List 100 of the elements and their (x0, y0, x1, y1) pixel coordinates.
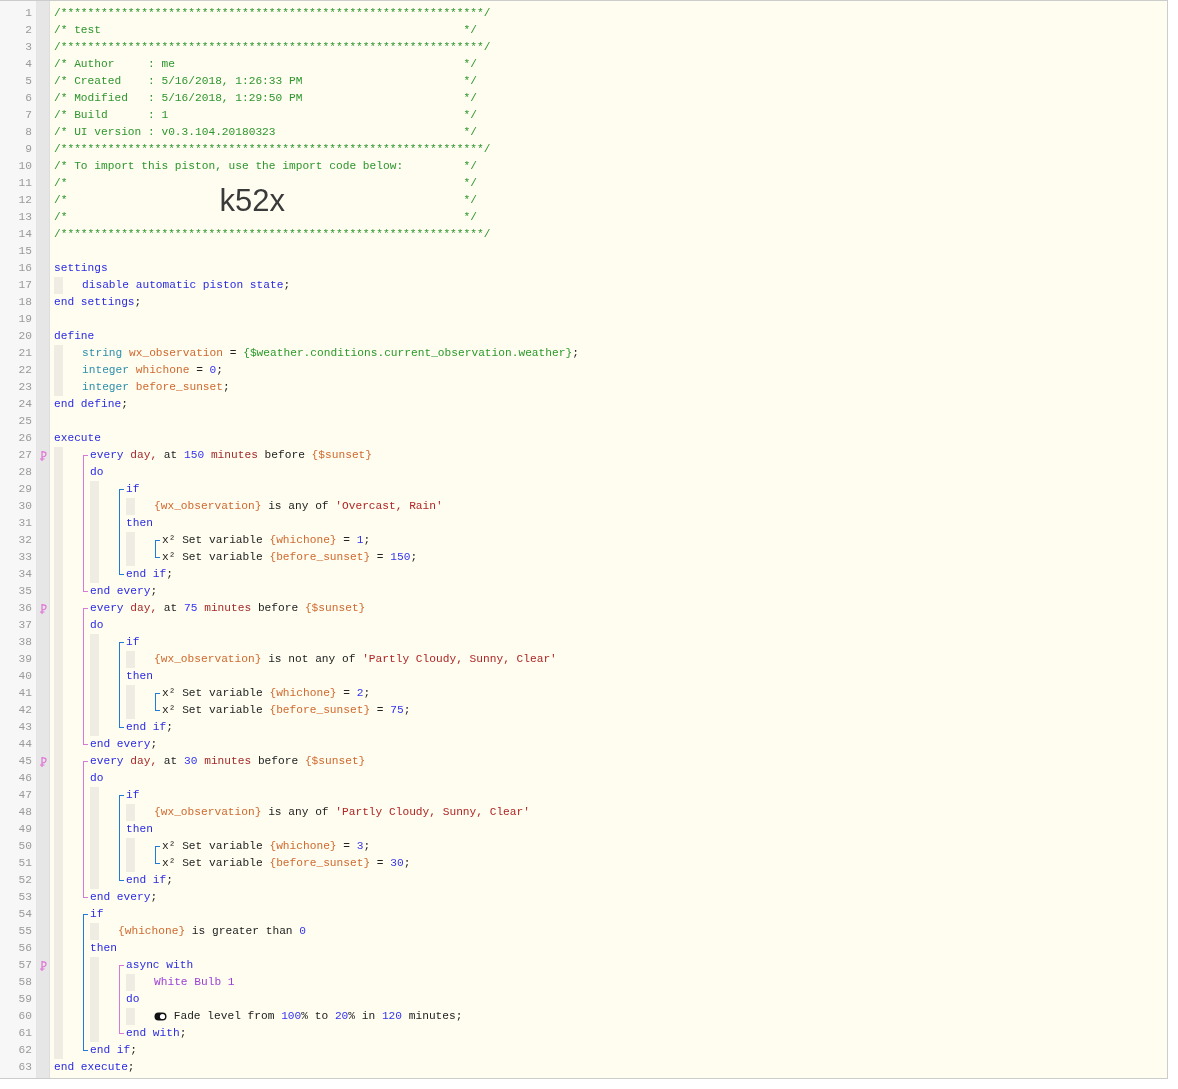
code-text: x² Set variable {before_sunset} = 150; (162, 550, 418, 565)
code-text: x² Set variable {whichone} = 2; (162, 686, 371, 701)
comment-text: */ (463, 23, 477, 38)
comment-text: /***************************************************************/ (54, 40, 491, 55)
comment-text: /* UI version : v0.3.104.20180323 (54, 125, 276, 140)
line-number: 25 (17, 414, 33, 429)
line-number: 48 (17, 805, 33, 820)
code-text: {wx_observation} is any of 'Overcast, Rain' (154, 499, 443, 514)
code-text: end if; (126, 720, 173, 735)
line-number: 61 (17, 1026, 33, 1041)
code-text: end every; (90, 890, 158, 905)
code-text: do (126, 992, 140, 1007)
line-number: 50 (17, 839, 33, 854)
line-number: 58 (17, 975, 33, 990)
line-number: 62 (17, 1043, 33, 1058)
line-number: 38 (17, 635, 33, 650)
line-number: 39 (17, 652, 33, 667)
line-number: 33 (17, 550, 33, 565)
code-text: Fade level from 100% to 20% in 120 minutes; (172, 1009, 463, 1024)
code-text: then (90, 941, 117, 956)
line-number: 34 (17, 567, 33, 582)
comment-text: /* Author : me (54, 57, 175, 72)
comment-text: */ (463, 193, 477, 208)
toggle-icon (154, 1012, 167, 1021)
line-number: 17 (17, 278, 33, 293)
code-text: settings (54, 261, 108, 276)
code-text: {wx_observation} is any of 'Partly Cloudy, Sunny, Clear' (154, 805, 530, 820)
comment-text: /* test (54, 23, 101, 38)
code-text: {whichone} is greater than 0 (118, 924, 306, 939)
line-number: 59 (17, 992, 33, 1007)
comment-text: */ (463, 57, 477, 72)
line-number: 37 (17, 618, 33, 633)
line-number: 9 (24, 142, 33, 157)
line-number: 23 (17, 380, 33, 395)
line-number: 10 (17, 159, 33, 174)
line-number: 32 (17, 533, 33, 548)
line-number: 4 (24, 57, 33, 72)
comment-text: */ (463, 125, 477, 140)
code-text: if (126, 788, 140, 803)
comment-text: /* Build : 1 (54, 108, 169, 123)
line-number: 11 (17, 176, 33, 191)
line-number: 42 (17, 703, 33, 718)
comment-text: /***************************************************************/ (54, 142, 491, 157)
line-number: 40 (17, 669, 33, 684)
code-text: define (54, 329, 95, 344)
code-text: end if; (126, 567, 173, 582)
line-number: 2 (24, 23, 33, 38)
code-text: end settings; (54, 295, 142, 310)
code-text: if (90, 907, 104, 922)
line-number: 60 (17, 1009, 33, 1024)
code-text: end if; (126, 873, 173, 888)
code-text: disable automatic piston state; (82, 278, 291, 293)
code-text: then (126, 822, 153, 837)
line-number: 24 (17, 397, 33, 412)
line-number: 3 (24, 40, 33, 55)
code-text: every day, at 150 minutes before {$sunset} (90, 448, 373, 463)
line-number: 63 (17, 1060, 33, 1075)
code-text: then (126, 516, 153, 531)
line-number: 44 (17, 737, 33, 752)
comment-text: /* Modified : 5/16/2018, 1:29:50 PM (54, 91, 303, 106)
line-number: 54 (17, 907, 33, 922)
line-number: 53 (17, 890, 33, 905)
code-text: then (126, 669, 153, 684)
code-text: do (90, 771, 104, 786)
comment-text: */ (463, 176, 477, 191)
comment-text: /***************************************************************/ (54, 6, 491, 21)
line-number: 31 (17, 516, 33, 531)
comment-text: /* (54, 176, 68, 191)
line-number: 18 (17, 295, 33, 310)
comment-text: /* To import this piston, use the import code below: (54, 159, 404, 174)
code-text: end define; (54, 397, 128, 412)
line-number: 43 (17, 720, 33, 735)
line-number: 5 (24, 74, 33, 89)
code-text: end if; (90, 1043, 137, 1058)
line-number: 30 (17, 499, 33, 514)
code-text: string wx_observation = {$weather.conditions.current_observation.weather}; (82, 346, 579, 361)
line-number: 36 (17, 601, 33, 616)
line-number: 13 (17, 210, 33, 225)
line-number: 19 (17, 312, 33, 327)
line-number: 35 (17, 584, 33, 599)
comment-text: */ (463, 210, 477, 225)
line-number: 8 (24, 125, 33, 140)
line-number: 22 (17, 363, 33, 378)
line-number: 21 (17, 346, 33, 361)
line-number: 29 (17, 482, 33, 497)
line-number: 26 (17, 431, 33, 446)
code-text: end with; (126, 1026, 187, 1041)
comment-text: /* (54, 210, 68, 225)
comment-text: */ (463, 159, 477, 174)
code-text: integer whichone = 0; (82, 363, 224, 378)
line-number: 55 (17, 924, 33, 939)
code-text: end every; (90, 737, 158, 752)
code-text: do (90, 618, 104, 633)
code-text: if (126, 635, 140, 650)
line-number: 51 (17, 856, 33, 871)
line-number: 6 (24, 91, 33, 106)
line-number: 16 (17, 261, 33, 276)
line-number: 41 (17, 686, 33, 701)
line-number: 56 (17, 941, 33, 956)
line-number: 27 (17, 448, 33, 463)
